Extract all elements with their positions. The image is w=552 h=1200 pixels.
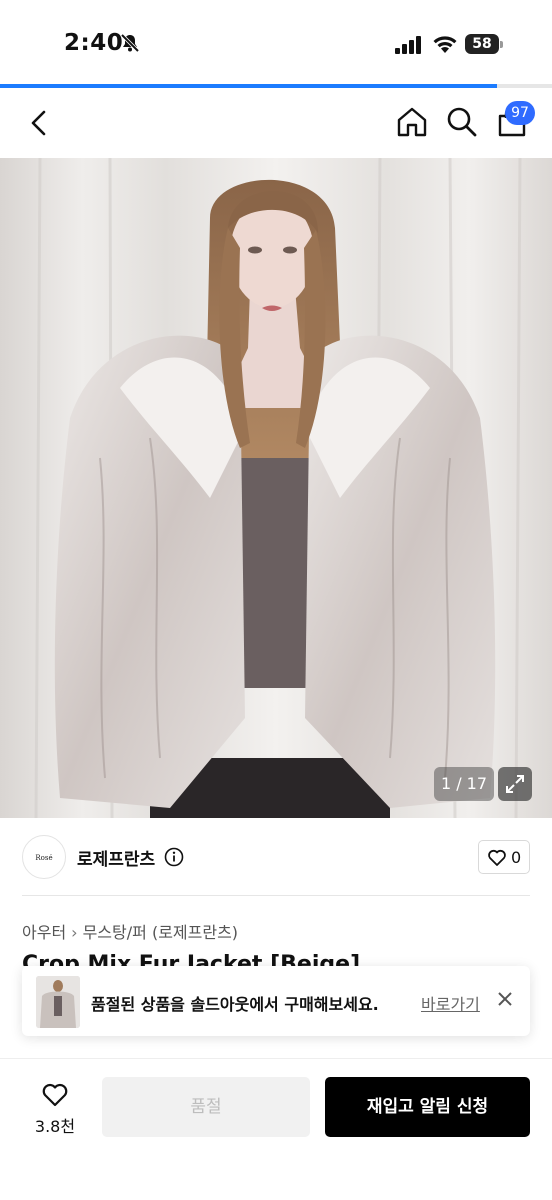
bell-off-icon: [120, 33, 140, 53]
expand-icon[interactable]: [498, 767, 532, 801]
status-bar: 2:40 58: [0, 0, 552, 84]
battery-indicator: 58: [465, 34, 503, 54]
seller-like-button[interactable]: 0: [478, 840, 530, 874]
breadcrumb-brand[interactable]: (로제프란츠): [152, 923, 238, 942]
bottom-action-bar: 3.8천 품절 재입고 알림 신청: [0, 1058, 552, 1200]
restock-alert-button[interactable]: 재입고 알림 신청: [325, 1077, 530, 1137]
soldout-button: 품절: [102, 1077, 310, 1137]
seller-logo[interactable]: Rosé Frantz: [22, 835, 66, 879]
product-title: Crop Mix Fur Jacket [Beige]: [22, 952, 361, 966]
product-image[interactable]: [0, 158, 552, 818]
image-counter: 1 / 17: [434, 767, 494, 801]
divider: [22, 895, 530, 896]
soldout-toast: 품절된 상품을 솔드아웃에서 구매해보세요. 바로가기: [22, 966, 530, 1036]
seller-name[interactable]: 로제프란츠: [77, 845, 155, 870]
breadcrumb-subcategory[interactable]: 무스탕/퍼: [83, 923, 147, 942]
info-icon[interactable]: [164, 847, 184, 867]
heart-icon: [488, 849, 506, 866]
heart-icon: [42, 1083, 68, 1107]
toast-message: 품절된 상품을 솔드아웃에서 구매해보세요.: [91, 995, 379, 1014]
cart-count-badge: 97: [505, 101, 535, 125]
wish-button[interactable]: 3.8천: [22, 1079, 88, 1141]
wish-count: 3.8천: [34, 1117, 76, 1136]
status-time: 2:40: [64, 30, 124, 56]
home-icon[interactable]: [396, 106, 428, 138]
battery-tip: [500, 41, 503, 48]
breadcrumb: 아우터 › 무스탕/퍼 (로제프란츠): [22, 919, 238, 943]
toast-thumbnail: [36, 976, 80, 1028]
seller-like-count: 0: [511, 848, 522, 867]
search-icon[interactable]: [446, 106, 478, 138]
product-photo: [0, 158, 552, 818]
breadcrumb-category[interactable]: 아우터: [22, 923, 66, 942]
toast-go-link[interactable]: 바로가기: [421, 991, 480, 1015]
battery-level: 58: [465, 34, 499, 54]
seller-row: Rosé Frantz 로제프란츠 0: [0, 818, 552, 896]
top-nav: [0, 88, 552, 158]
wifi-icon: [433, 36, 457, 53]
cell-signal-icon: [395, 36, 421, 54]
close-icon[interactable]: [496, 990, 514, 1008]
back-button[interactable]: [24, 106, 54, 140]
chevron-right-icon: ›: [71, 923, 78, 942]
